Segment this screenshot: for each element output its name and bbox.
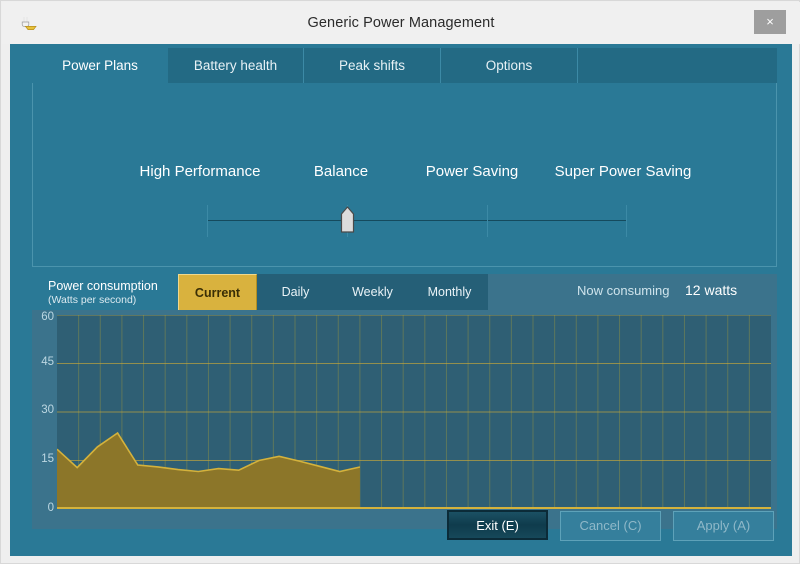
tab-label: Options <box>485 58 533 73</box>
button-label: Apply (A) <box>696 518 751 533</box>
range-tab-weekly[interactable]: Weekly <box>334 274 411 310</box>
y-tick-label: 30 <box>41 404 54 416</box>
window-title: Generic Power Management <box>307 15 495 31</box>
power-plan-label-row: High Performance Balance Power Saving Su… <box>33 163 778 185</box>
button-label: Cancel (C) <box>579 518 642 533</box>
y-tick-label: 0 <box>47 502 54 514</box>
power-consumption-chart: 60 45 30 15 0 <box>32 310 777 529</box>
plan-label-text: Super Power Saving <box>554 163 692 180</box>
range-tab-label: Current <box>194 286 241 300</box>
exit-button[interactable]: Exit (E) <box>447 510 548 540</box>
slider-tick-2 <box>487 205 488 237</box>
slider-tick-3 <box>626 205 627 237</box>
title-bar: Generic Power Management × <box>2 2 800 44</box>
slider-track[interactable] <box>207 220 627 221</box>
power-consumption-subtitle: (Watts per second) <box>48 294 137 306</box>
power-plans-panel: High Performance Balance Power Saving Su… <box>32 83 777 267</box>
slider-thumb[interactable] <box>340 206 355 234</box>
chart-plot-area <box>57 315 771 509</box>
power-plan-slider[interactable] <box>207 201 627 241</box>
tab-label: Battery health <box>193 58 278 73</box>
plan-label-super-power-saving[interactable]: Super Power Saving <box>533 163 713 180</box>
range-tab-label: Daily <box>281 285 310 299</box>
y-tick-label: 15 <box>41 453 54 465</box>
now-consuming-label: Now consuming <box>577 283 670 298</box>
chart-svg <box>57 315 771 509</box>
apply-button[interactable]: Apply (A) <box>673 511 774 541</box>
y-tick-label: 60 <box>41 311 54 323</box>
now-consuming-value: 12 watts <box>685 282 738 298</box>
tab-label: Power Plans <box>62 58 138 73</box>
plan-label-power-saving[interactable]: Power Saving <box>407 163 537 180</box>
slider-tick-0 <box>207 205 208 237</box>
application-window: Generic Power Management × Power Plans B… <box>0 0 800 564</box>
tab-strip-filler <box>578 48 777 83</box>
window-body: Power Plans Battery health Peak shifts O… <box>10 44 792 556</box>
range-tab-current[interactable]: Current <box>178 274 257 310</box>
cancel-button[interactable]: Cancel (C) <box>560 511 661 541</box>
tab-strip: Power Plans Battery health Peak shifts O… <box>32 48 777 85</box>
button-label: Exit (E) <box>476 518 519 533</box>
plan-label-text: Balance <box>313 163 369 180</box>
power-consumption-title: Power consumption <box>48 279 158 293</box>
plan-label-balance[interactable]: Balance <box>283 163 399 180</box>
plan-label-text: Power Saving <box>425 163 519 180</box>
range-tab-label: Monthly <box>427 285 472 299</box>
power-consumption-section: Power consumption (Watts per second) Cur… <box>32 274 777 529</box>
power-consumption-header: Power consumption (Watts per second) Cur… <box>32 274 777 310</box>
tab-label: Peak shifts <box>338 58 406 73</box>
range-tab-monthly[interactable]: Monthly <box>411 274 488 310</box>
plan-label-high-performance[interactable]: High Performance <box>125 163 275 180</box>
tab-peak-shifts[interactable]: Peak shifts <box>304 48 441 83</box>
tab-options[interactable]: Options <box>441 48 578 83</box>
chart-y-axis: 60 45 30 15 0 <box>32 311 54 514</box>
tab-power-plans[interactable]: Power Plans <box>32 48 168 85</box>
plan-label-text: High Performance <box>139 163 261 180</box>
range-tab-daily[interactable]: Daily <box>257 274 334 310</box>
range-tab-label: Weekly <box>352 285 393 299</box>
power-consumption-title-box: Power consumption (Watts per second) <box>32 274 178 310</box>
tab-battery-health[interactable]: Battery health <box>168 48 304 83</box>
close-icon[interactable]: × <box>754 10 786 34</box>
y-tick-label: 45 <box>41 356 54 368</box>
